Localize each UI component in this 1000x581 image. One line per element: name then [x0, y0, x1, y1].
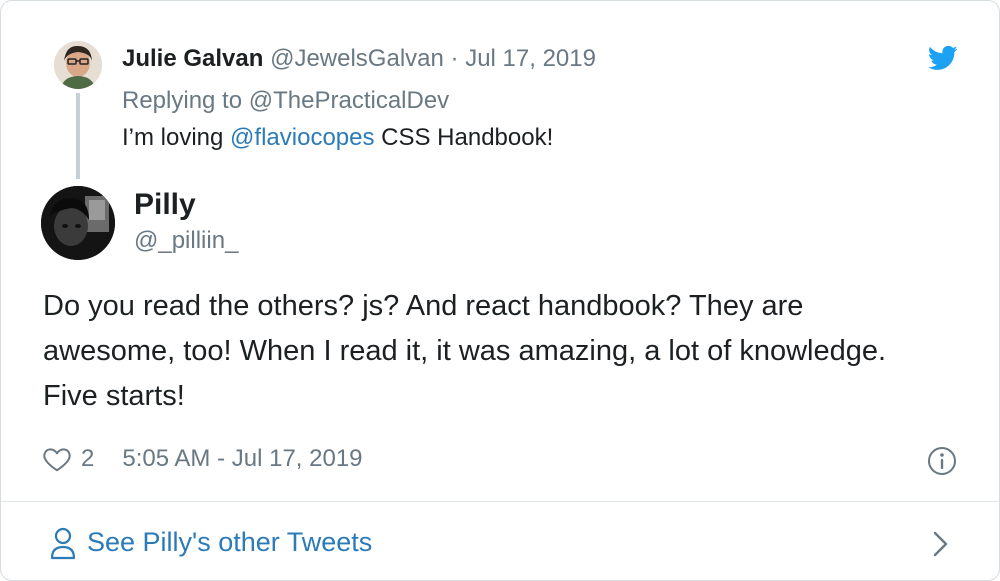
parent-text-mention[interactable]: @flaviocopes — [230, 124, 374, 151]
heart-icon[interactable] — [41, 444, 73, 474]
parent-tweet-date[interactable]: Jul 17, 2019 — [465, 45, 596, 72]
twitter-bird-icon[interactable] — [926, 43, 960, 73]
chevron-right-icon[interactable] — [931, 529, 951, 559]
embedded-tweet-card: Julie Galvan @JewelsGalvan · Jul 17, 201… — [0, 0, 1000, 581]
replying-to-handle[interactable]: @ThePracticalDev — [249, 87, 449, 114]
see-more-footer[interactable]: See Pilly's other Tweets — [1, 502, 999, 580]
parent-author-handle[interactable]: @JewelsGalvan — [270, 45, 444, 72]
parent-text-before: I’m loving — [122, 124, 224, 151]
author-handle[interactable]: @_pilliin_ — [134, 225, 238, 257]
author-avatar[interactable] — [41, 186, 115, 260]
tweet-text: Do you read the others? js? And react ha… — [43, 290, 887, 412]
tweet-timestamp[interactable]: 5:05 AM - Jul 17, 2019 — [122, 445, 362, 473]
author-name[interactable]: Pilly — [134, 187, 196, 223]
parent-text-after: CSS Handbook! — [381, 124, 554, 151]
parent-author-name[interactable]: Julie Galvan — [122, 45, 263, 72]
replying-to-line: Replying to @ThePracticalDev — [122, 85, 449, 117]
tweet-meta: 2 5:05 AM - Jul 17, 2019 — [41, 441, 363, 477]
parent-tweet-text: I’m loving @flaviocopes CSS Handbook! — [122, 121, 553, 155]
person-icon — [49, 526, 77, 560]
parent-tweet-header: Julie Galvan @JewelsGalvan · Jul 17, 201… — [122, 43, 596, 75]
like-count[interactable]: 2 — [81, 445, 94, 473]
thread-connector-line — [76, 93, 80, 179]
replying-to-label: Replying to — [122, 87, 243, 114]
parent-author-avatar[interactable] — [54, 41, 102, 89]
see-other-tweets-link[interactable]: See Pilly's other Tweets — [87, 524, 372, 560]
info-icon[interactable] — [926, 445, 958, 477]
header-separator: · — [450, 45, 459, 72]
parent-tweet[interactable]: Julie Galvan @JewelsGalvan · Jul 17, 201… — [1, 1, 999, 181]
